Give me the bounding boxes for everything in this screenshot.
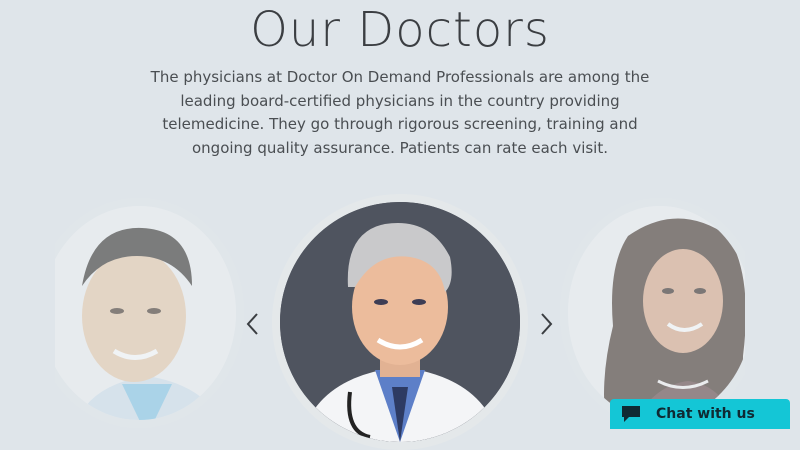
doctor-portrait-right [568, 206, 752, 420]
doctor-photo-center[interactable] [272, 194, 528, 450]
section-title: Our Doctors [250, 2, 550, 58]
chat-label: Chat with us [656, 406, 755, 422]
chat-with-us-button[interactable]: Chat with us [610, 399, 790, 429]
doctor-photo-right[interactable] [560, 198, 760, 428]
doctor-photo-left[interactable] [34, 198, 244, 428]
carousel-edge-right [745, 180, 800, 429]
doctor-portrait-center [280, 202, 520, 442]
chevron-left-icon [246, 313, 258, 335]
chat-bubble-icon [618, 403, 644, 425]
carousel-edge-left [0, 180, 55, 429]
section-description: The physicians at Doctor On Demand Profe… [150, 68, 650, 157]
carousel-next-button[interactable] [535, 308, 559, 340]
chevron-right-icon [541, 313, 553, 335]
carousel-prev-button[interactable] [240, 308, 264, 340]
doctor-portrait-left [42, 206, 236, 420]
doctor-carousel [0, 180, 800, 450]
